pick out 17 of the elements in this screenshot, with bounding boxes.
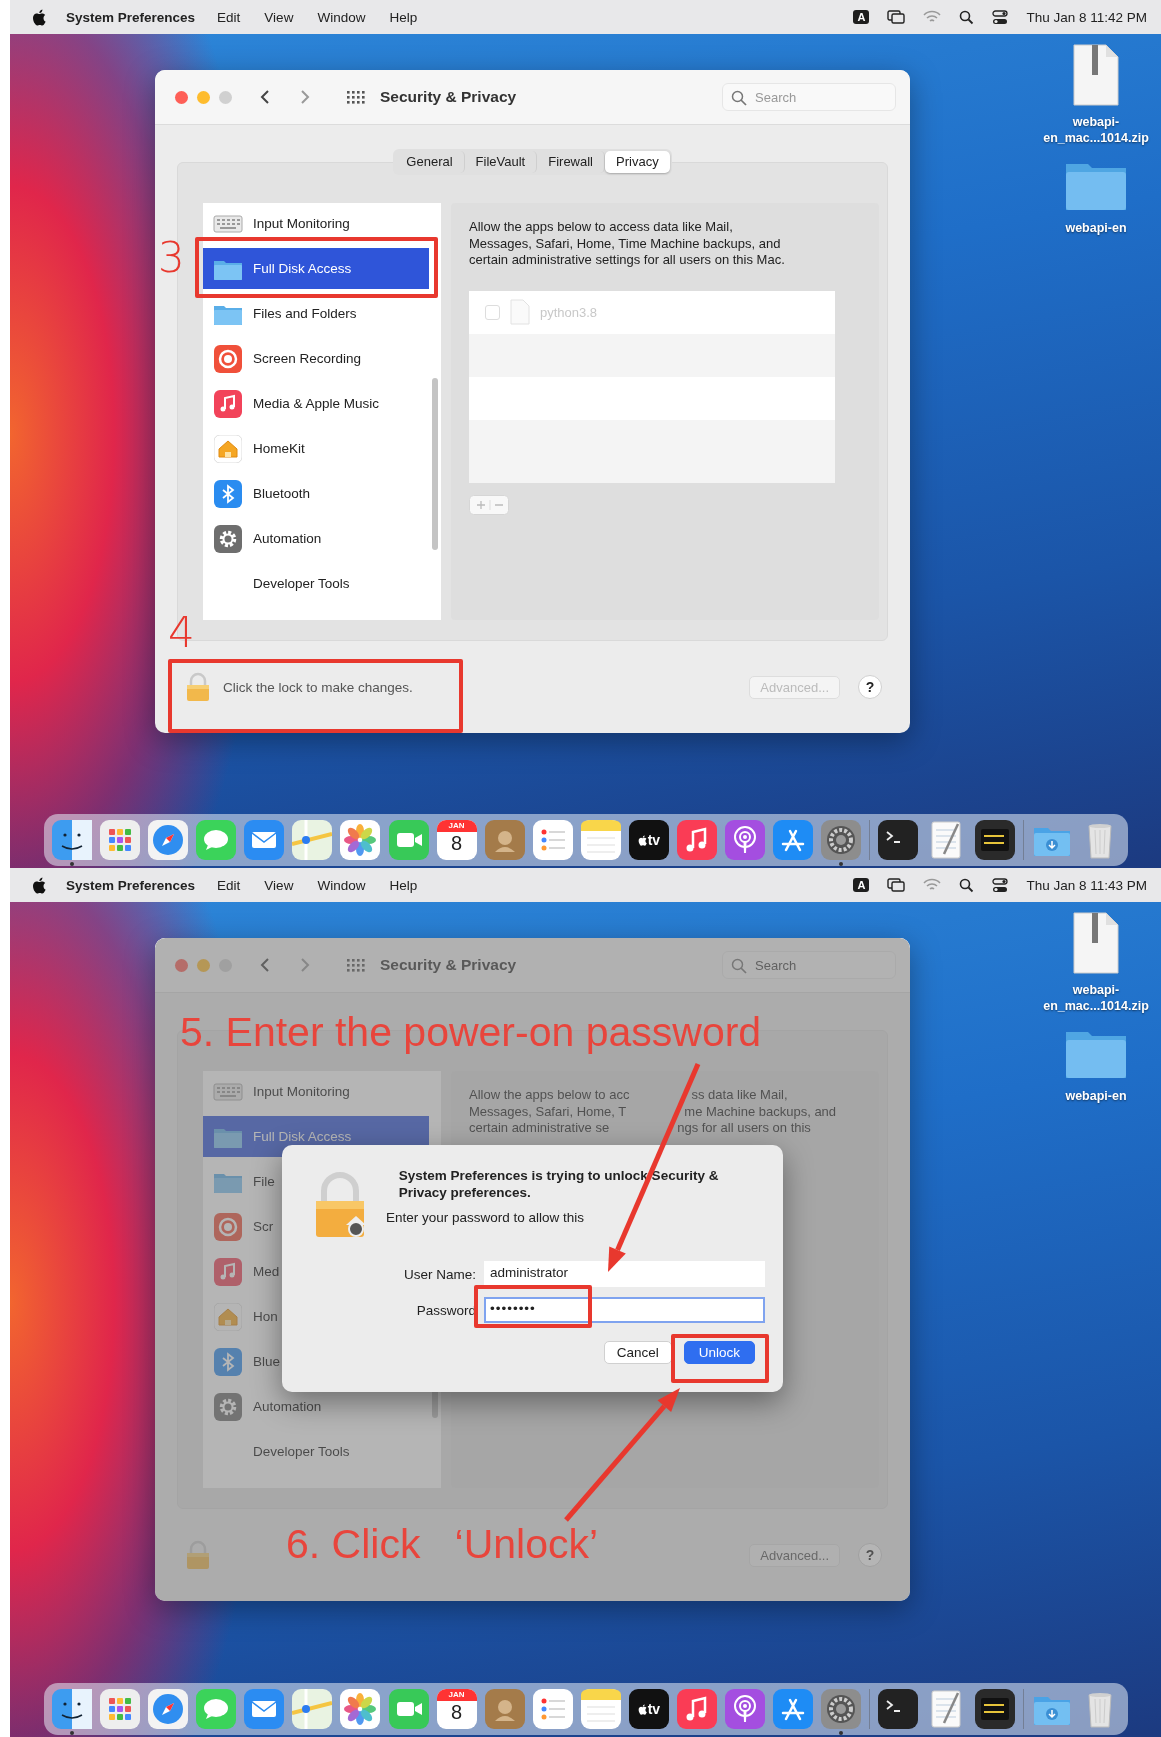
description-text: ngs for all users on this xyxy=(677,1120,811,1137)
window-title: Security & Privacy xyxy=(380,956,517,974)
description-text: ss data like Mail, xyxy=(691,1087,788,1104)
step-number: 3 xyxy=(158,237,185,279)
annotation-caption: 5. Enter the power-on password xyxy=(180,1008,762,1056)
description-text: Messages, Safari, Home, T xyxy=(469,1103,628,1120)
dialog-message: Enter your password to allow this xyxy=(386,1210,586,1225)
description-text: Allow the apps below to access data like Mail, Messages, Safari, Home, Time Machine backups, and certain administrative settings for all users on this Mac. xyxy=(469,219,786,269)
step-number: 4 xyxy=(168,612,195,654)
description-text: Allow the apps below to acc xyxy=(469,1087,631,1104)
description-text: certain administrative se xyxy=(469,1120,611,1137)
description-text: me Machine backups, and xyxy=(684,1103,837,1120)
window-title: Security & Privacy xyxy=(380,88,517,106)
lock-hint: Click the lock to make changes. xyxy=(223,679,413,695)
dialog-title: System Preferences is trying to unlock Security & Privacy preferences. xyxy=(398,1167,720,1201)
field-label: User Name: xyxy=(403,1266,476,1282)
annotation-caption: 6. Click ‘Unlock’ xyxy=(286,1520,599,1568)
